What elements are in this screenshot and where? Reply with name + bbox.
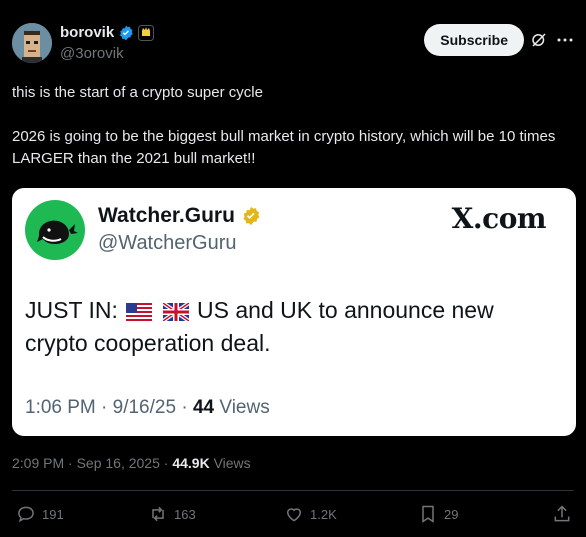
action-bar: 191 163 1.2K 29 — [12, 498, 574, 532]
repost-button[interactable]: 163 — [148, 504, 196, 524]
reply-button[interactable]: 191 — [16, 504, 64, 524]
repost-count: 163 — [174, 506, 196, 522]
tweet-text: this is the start of a crypto super cycl… — [12, 82, 574, 170]
us-flag-icon — [126, 303, 153, 321]
whale-icon — [37, 220, 78, 244]
card-text: JUST IN: US and UK to announce new crypt… — [25, 294, 556, 360]
bookmark-count: 29 — [444, 506, 459, 522]
share-icon — [554, 505, 570, 522]
reply-icon — [18, 506, 34, 523]
reply-count: 191 — [42, 506, 64, 522]
tweet-header: borovik @3orovik Subscribe — [12, 20, 574, 64]
watcher-guru-logo — [25, 200, 85, 260]
tweet-line-1: this is the start of a crypto super cycl… — [12, 84, 263, 101]
divider — [12, 490, 574, 491]
card-time: 1:06 PM · 9/16/25 · — [25, 397, 188, 418]
uk-flag-icon — [162, 303, 189, 321]
like-button[interactable]: 1.2K — [284, 504, 337, 524]
bookmark-icon — [422, 505, 434, 523]
tweet-timestamp[interactable]: 2:09 PM · Sep 16, 2025 · — [12, 455, 168, 471]
author-handle[interactable]: @3orovik — [60, 45, 124, 62]
pixel-punk-avatar-icon — [12, 23, 52, 63]
more-icon[interactable] — [556, 31, 574, 49]
gold-verified-badge-icon — [243, 206, 260, 226]
tweet-meta: 2:09 PM · Sep 16, 2025 · 44.9K Views — [12, 455, 251, 471]
heart-icon — [286, 508, 302, 522]
author-name-row: borovik — [60, 24, 155, 41]
quoted-card[interactable]: Watcher.Guru @WatcherGuru X.com JUST IN:… — [12, 188, 576, 436]
card-author-handle: @WatcherGuru — [98, 232, 237, 254]
affiliate-badge-icon — [138, 24, 155, 41]
author-avatar[interactable] — [12, 23, 52, 63]
card-text-prefix: JUST IN: — [25, 297, 118, 323]
share-button[interactable] — [552, 504, 572, 524]
subscribe-button[interactable]: Subscribe — [424, 24, 524, 56]
card-name-row: Watcher.Guru — [98, 204, 261, 228]
card-author-name: Watcher.Guru — [98, 204, 235, 227]
tweet-views-count: 44.9K — [172, 455, 210, 471]
tweet-line-2: 2026 is going to be the biggest bull mar… — [12, 128, 556, 167]
grok-icon[interactable] — [530, 31, 548, 49]
card-views-count: 44 — [192, 397, 215, 418]
card-views-label: Views — [219, 397, 270, 418]
bookmark-button[interactable]: 29 — [418, 504, 458, 524]
author-name[interactable]: borovik — [60, 24, 114, 41]
card-meta: 1:06 PM · 9/16/25 · 44 Views — [25, 397, 270, 419]
tweet-views-label: Views — [213, 455, 251, 471]
xcom-brand: X.com — [451, 202, 547, 235]
repost-icon — [152, 506, 164, 522]
like-count: 1.2K — [310, 506, 337, 522]
verified-badge-icon — [120, 25, 133, 40]
